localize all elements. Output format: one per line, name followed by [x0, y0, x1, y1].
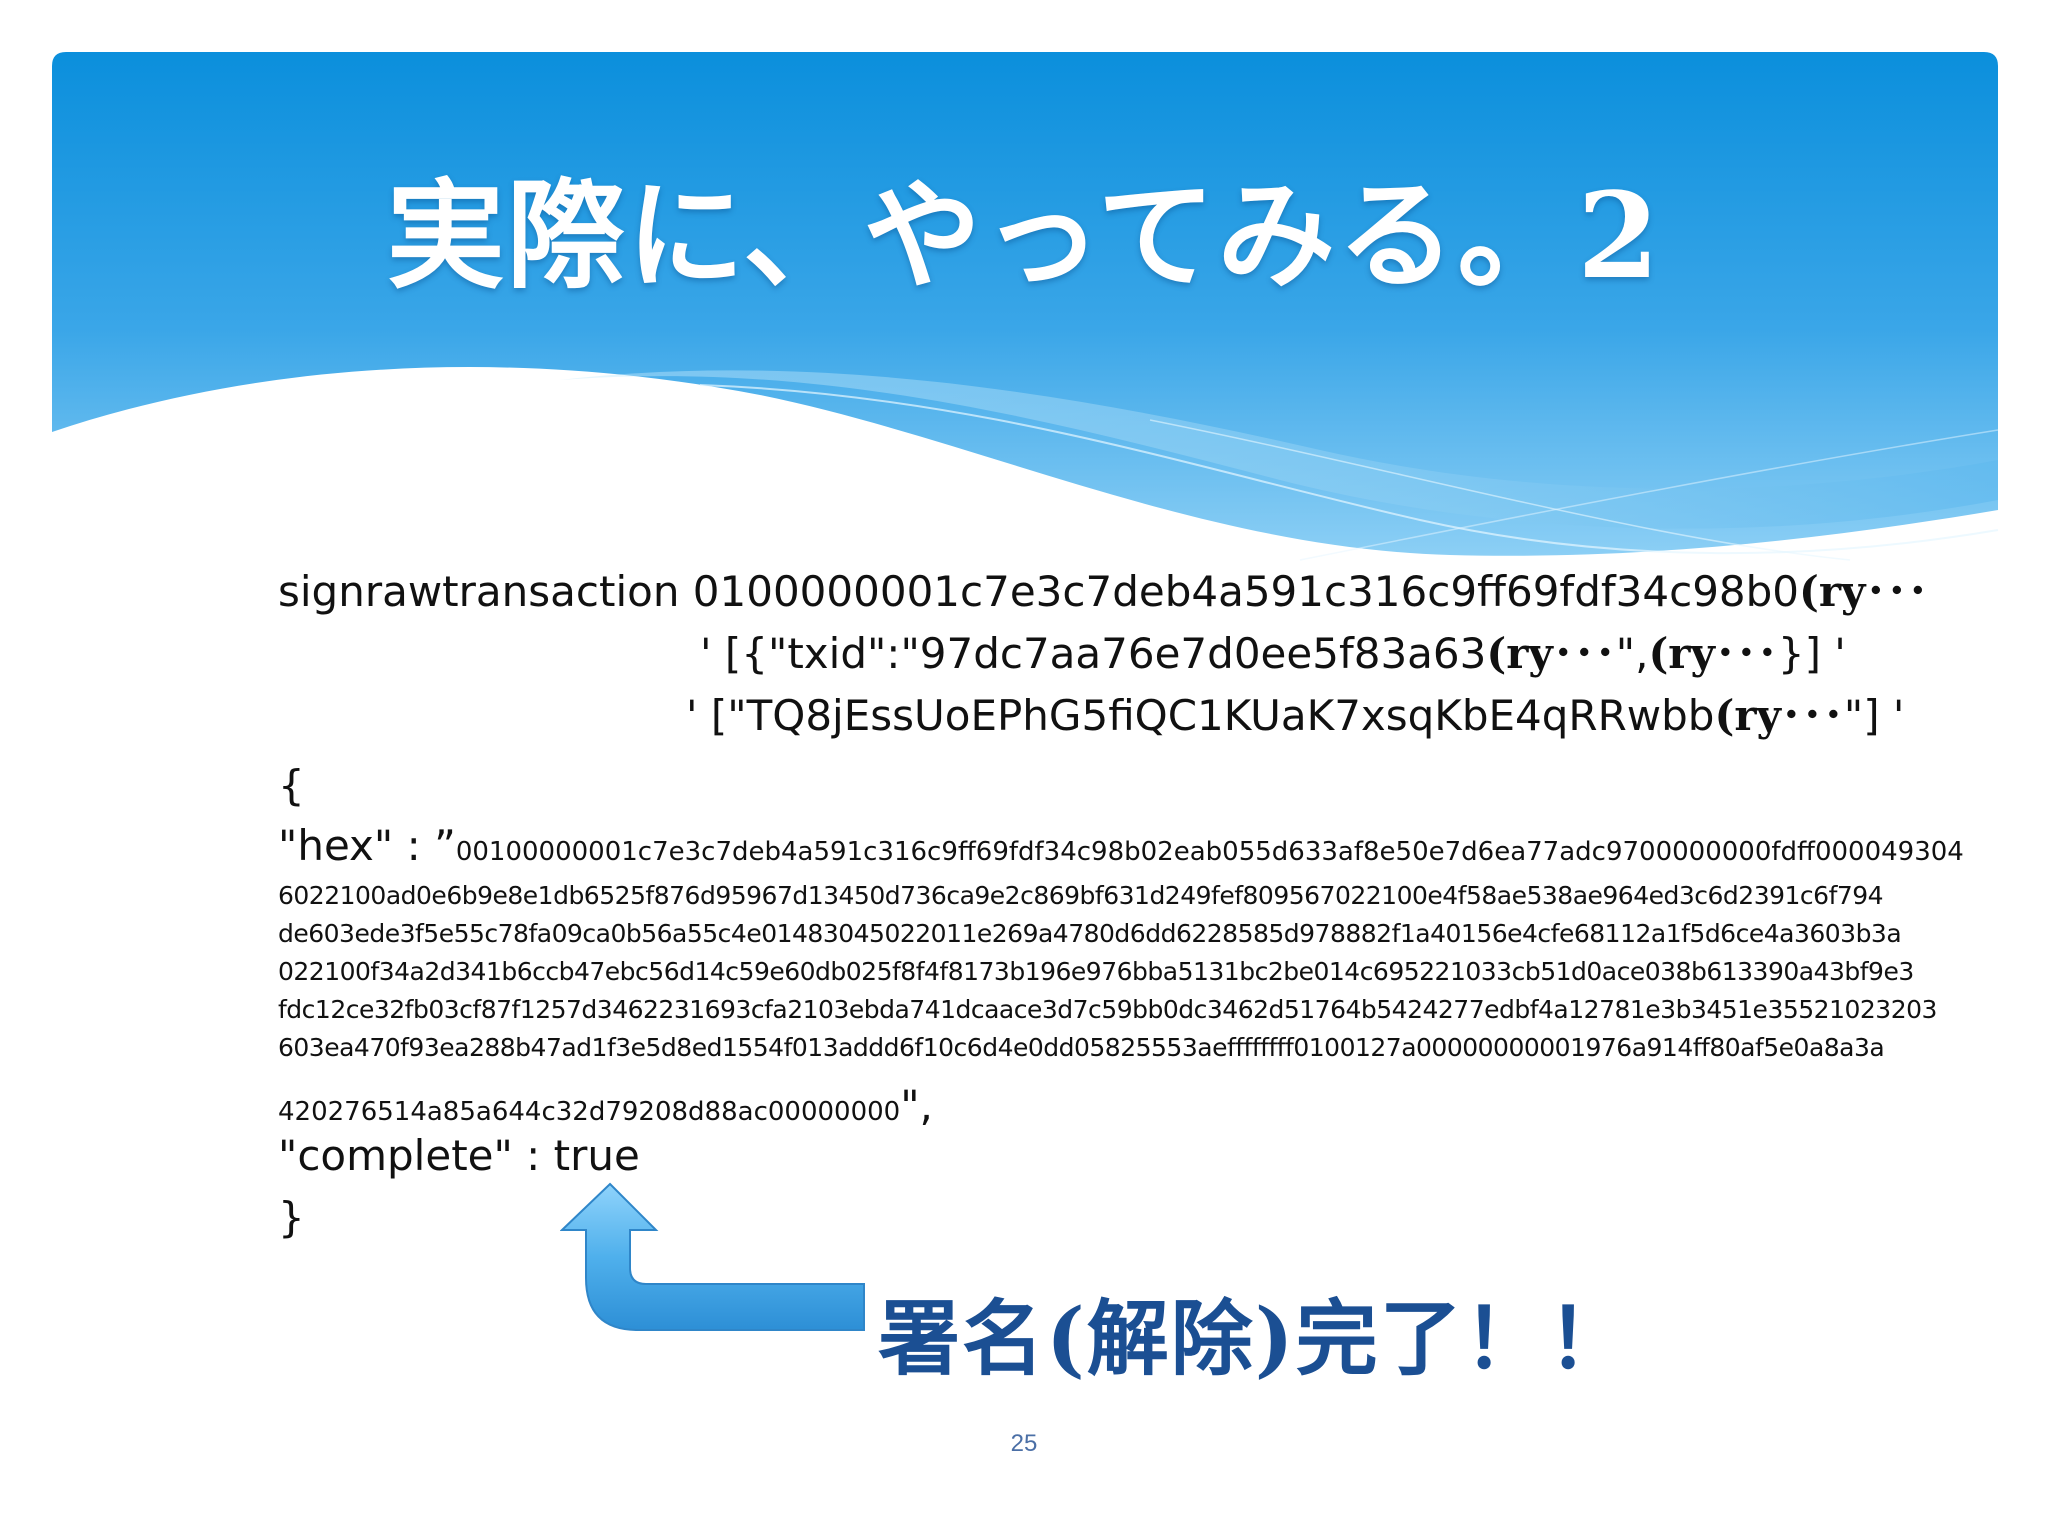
slide: 実際に、やってみる。2 signrawtransaction 010000000… — [0, 0, 2048, 1536]
hex-line-5: fdc12ce32fb03cf87f1257d3462231693cfa2103… — [278, 995, 1937, 1024]
command-line-1: signrawtransaction 0100000001c7e3c7deb4a… — [278, 566, 1928, 618]
json-close: }] ' — [1777, 629, 1846, 678]
hex-line-2: 6022100ad0e6b9e8e1db6525f876d95967d13450… — [278, 881, 1884, 910]
txid-json: ' [{"txid":"97dc7aa76e7d0ee5f83a63 — [700, 629, 1487, 678]
private-key-json: ' ["TQ8jEssUoEPhG5fiQC1KUaK7xsqKbE4qRRwb… — [686, 691, 1715, 740]
hex-value-end: 420276514a85a644c32d79208d88ac00000000 — [278, 1097, 901, 1127]
signature-complete-callout: 署名(解除)完了！！ — [878, 1291, 1632, 1387]
command-line-2: ' [{"txid":"97dc7aa76e7d0ee5f83a63(ry･･･… — [700, 628, 1846, 680]
complete-line: "complete" : true — [278, 1131, 640, 1180]
slide-title: 実際に、やってみる。2 — [386, 166, 1662, 305]
hex-line-6: 603ea470f93ea288b47ad1f3e5d8ed1554f013ad… — [278, 1033, 1885, 1062]
hex-line-1: "hex" : ”00100000001c7e3c7deb4a591c316c9… — [278, 820, 1964, 878]
hex-close: ", — [900, 1081, 933, 1130]
ry-abbreviation: (ry･･･ — [1648, 629, 1778, 678]
hex-value: 00100000001c7e3c7deb4a591c316c9ff69fdf34… — [455, 837, 1964, 867]
json-close: "] ' — [1843, 691, 1905, 740]
close-brace: } — [278, 1193, 305, 1242]
command-text: signrawtransaction 0100000001c7e3c7deb4a… — [278, 567, 1800, 616]
up-turn-arrow-icon — [560, 1182, 865, 1331]
hex-line-4: 022100f34a2d341b6ccb47ebc56d14c59e60db02… — [278, 957, 1914, 986]
ry-abbreviation: (ry･･･ — [1799, 567, 1929, 616]
hex-line-3: de603ede3f5e55c78fa09ca0b56a55c4e0148304… — [278, 919, 1902, 948]
hex-key: "hex" : ” — [278, 821, 456, 870]
page-number: 25 — [1010, 1430, 1038, 1457]
open-brace: { — [278, 761, 305, 810]
command-line-3: ' ["TQ8jEssUoEPhG5fiQC1KUaK7xsqKbE4qRRwb… — [686, 690, 1904, 742]
ry-abbreviation: (ry･･･ — [1714, 691, 1844, 740]
ry-abbreviation: (ry･･･ — [1486, 629, 1616, 678]
json-separator: ", — [1615, 629, 1649, 678]
